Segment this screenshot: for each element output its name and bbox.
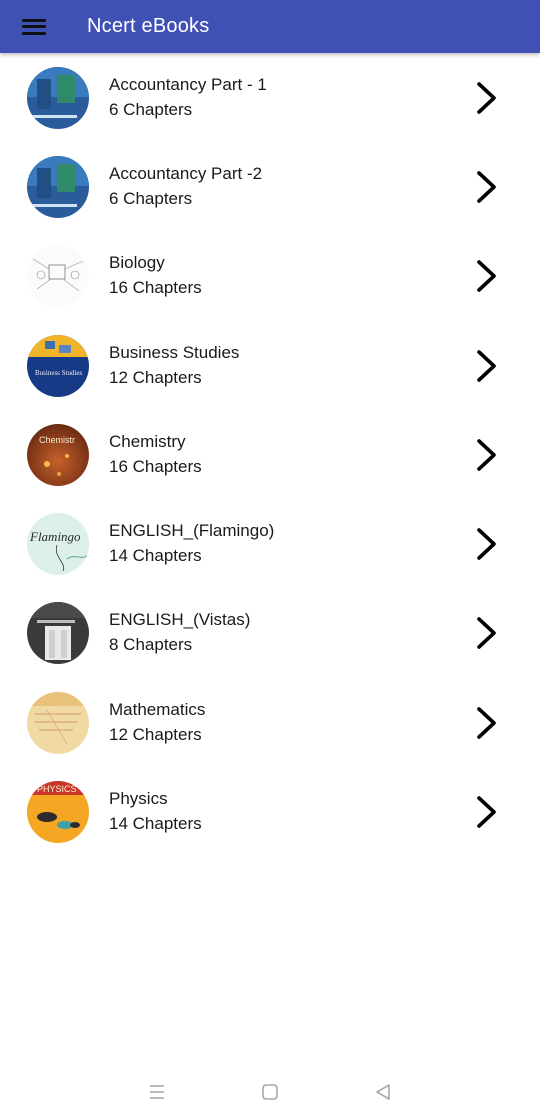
list-item[interactable]: Biology 16 Chapters: [0, 232, 540, 321]
chevron-right-icon: [472, 794, 502, 830]
hamburger-menu-icon: [22, 18, 46, 35]
list-item[interactable]: Mathematics 12 Chapters: [0, 678, 540, 767]
book-cover-thumbnail: Flamingo: [27, 513, 89, 576]
chevron-right-icon: [472, 348, 502, 384]
chevron-right-icon: [472, 169, 502, 205]
book-cover-thumbnail: Business Studies: [27, 334, 89, 397]
system-navigation-bar: [0, 1064, 540, 1120]
chevron-right-icon: [472, 705, 502, 741]
book-cover-thumbnail: [27, 155, 89, 218]
book-cover-thumbnail: [27, 66, 89, 129]
cover-text: Chemistr: [39, 435, 75, 445]
book-cover-thumbnail: [27, 691, 89, 754]
list-item[interactable]: Accountancy Part - 1 6 Chapters: [0, 53, 540, 142]
cover-text: Flamingo: [29, 529, 81, 544]
chevron-right-icon: [472, 615, 502, 651]
list-item[interactable]: Flamingo ENGLISH_(Flamingo) 14 Chapters: [0, 499, 540, 588]
cover-text: Business Studies: [35, 369, 83, 377]
app-bar: Ncert eBooks: [0, 0, 540, 53]
book-list: Accountancy Part - 1 6 Chapters Accounta…: [0, 53, 540, 857]
home-icon[interactable]: [255, 1077, 285, 1107]
list-item[interactable]: PHYSICS Physics 14 Chapters: [0, 767, 540, 856]
book-cover-thumbnail: [27, 245, 89, 308]
chevron-right-icon: [472, 526, 502, 562]
list-item[interactable]: Business Studies Business Studies 12 Cha…: [0, 321, 540, 410]
recent-apps-icon[interactable]: [142, 1077, 172, 1107]
chevron-right-icon: [472, 258, 502, 294]
chevron-right-icon: [472, 437, 502, 473]
list-item[interactable]: Accountancy Part -2 6 Chapters: [0, 142, 540, 231]
chevron-right-icon: [472, 80, 502, 116]
back-icon[interactable]: [368, 1077, 398, 1107]
book-cover-thumbnail: Chemistr: [27, 423, 89, 486]
book-cover-thumbnail: PHYSICS: [27, 781, 89, 844]
cover-text: PHYSICS: [37, 784, 77, 794]
list-item[interactable]: Chemistr Chemistry 16 Chapters: [0, 410, 540, 499]
page-title: Ncert eBooks: [87, 15, 210, 37]
book-cover-thumbnail: [27, 602, 89, 665]
list-item[interactable]: ENGLISH_(Vistas) 8 Chapters: [0, 589, 540, 678]
menu-button[interactable]: [0, 0, 70, 53]
